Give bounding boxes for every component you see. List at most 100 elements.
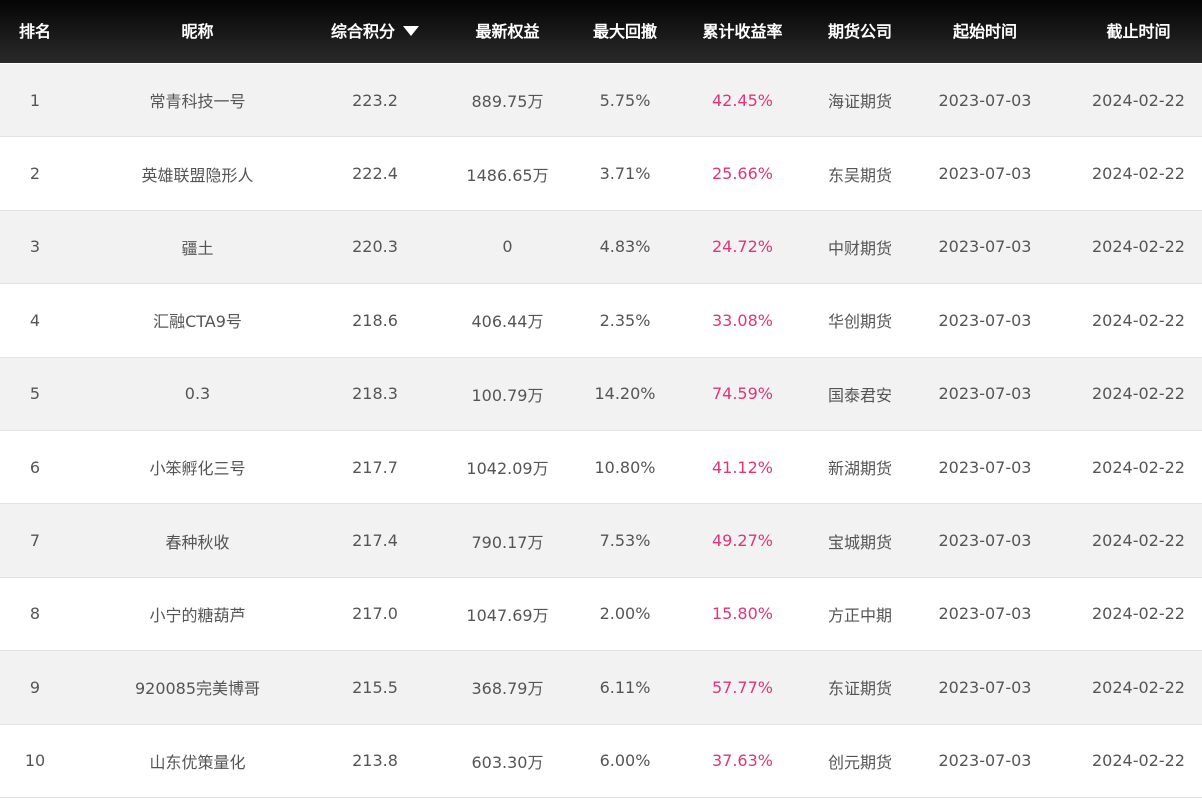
cell-score: 223.2 bbox=[352, 90, 398, 110]
cell-start-time: 2023-07-03 bbox=[938, 457, 1032, 477]
cell-rank: 2 bbox=[29, 164, 41, 184]
cell-start-time: 2023-07-03 bbox=[938, 310, 1032, 330]
cell-drawdown: 2.00% bbox=[599, 604, 651, 624]
cell-start-time: 2023-07-03 bbox=[938, 384, 1032, 404]
table-row: 5 0.3 218.3 100.79万 14.20% 74.59% 国泰君安 2… bbox=[0, 357, 1202, 431]
cell-return-rate: 37.63% bbox=[711, 751, 773, 771]
cell-rank: 9 bbox=[29, 677, 41, 697]
header-rank: 排名 bbox=[18, 22, 51, 41]
cell-score: 222.4 bbox=[352, 164, 398, 184]
cell-drawdown: 10.80% bbox=[594, 457, 656, 477]
caret-down-icon[interactable] bbox=[403, 25, 419, 36]
table-row: 4 汇融CTA9号 218.6 406.44万 2.35% 33.08% 华创期… bbox=[0, 284, 1202, 358]
cell-broker: 新湖期货 bbox=[827, 459, 892, 479]
cell-start-time: 2023-07-03 bbox=[938, 604, 1032, 624]
cell-end-time: 2024-02-22 bbox=[1092, 604, 1185, 624]
table-row: 8 小宁的糖葫芦 217.0 1047.69万 2.00% 15.80% 方正中… bbox=[0, 577, 1202, 652]
header-broker: 期货公司 bbox=[827, 22, 892, 41]
cell-score: 215.5 bbox=[352, 677, 398, 697]
cell-broker: 国泰君安 bbox=[827, 385, 892, 405]
header-score-label: 综合积分 bbox=[330, 22, 395, 41]
cell-rank: 5 bbox=[29, 384, 41, 404]
cell-score: 218.3 bbox=[352, 384, 398, 404]
cell-return-rate: 41.12% bbox=[711, 457, 773, 477]
cell-rank: 3 bbox=[29, 237, 41, 257]
cell-broker: 东吴期货 bbox=[827, 165, 892, 185]
cell-score: 213.8 bbox=[352, 751, 398, 771]
header-nickname: 昵称 bbox=[181, 22, 214, 41]
cell-end-time: 2024-02-22 bbox=[1092, 237, 1185, 257]
table-body: 1 常青科技一号 223.2 889.75万 5.75% 42.45% 海证期货… bbox=[0, 64, 1202, 798]
cell-start-time: 2023-07-03 bbox=[938, 531, 1032, 551]
cell-end-time: 2024-02-22 bbox=[1092, 531, 1185, 551]
cell-rank: 4 bbox=[29, 310, 41, 330]
cell-end-time: 2024-02-22 bbox=[1092, 677, 1185, 697]
cell-start-time: 2023-07-03 bbox=[938, 164, 1032, 184]
cell-broker: 华创期货 bbox=[827, 312, 892, 332]
cell-nickname[interactable]: 常青科技一号 bbox=[70, 88, 325, 112]
cell-end-time: 2024-02-22 bbox=[1092, 457, 1185, 477]
header-end-time: 截止时间 bbox=[1106, 22, 1171, 41]
cell-drawdown: 3.71% bbox=[599, 164, 651, 184]
cell-score: 218.6 bbox=[352, 310, 398, 330]
cell-start-time: 2023-07-03 bbox=[938, 90, 1032, 110]
cell-rank: 10 bbox=[24, 751, 46, 771]
table-row: 7 春种秋收 217.4 790.17万 7.53% 49.27% 宝城期货 2… bbox=[0, 504, 1202, 578]
cell-equity: 368.79万 bbox=[471, 679, 544, 699]
cell-nickname[interactable]: 汇融CTA9号 bbox=[70, 308, 325, 332]
cell-drawdown: 4.83% bbox=[599, 237, 651, 257]
cell-return-rate: 57.77% bbox=[711, 677, 773, 697]
cell-start-time: 2023-07-03 bbox=[938, 237, 1032, 257]
header-score-sort[interactable]: 综合积分 bbox=[325, 0, 425, 63]
cell-broker: 海证期货 bbox=[827, 92, 892, 112]
cell-broker: 创元期货 bbox=[827, 752, 892, 772]
cell-equity: 790.17万 bbox=[471, 532, 544, 552]
ranking-table: 排名 昵称 综合积分 最新权益 最大回撤 累计收益率 期货公司 起始时间 截止时… bbox=[0, 0, 1202, 798]
cell-end-time: 2024-02-22 bbox=[1092, 384, 1185, 404]
cell-end-time: 2024-02-22 bbox=[1092, 164, 1185, 184]
cell-equity: 1486.65万 bbox=[466, 165, 549, 185]
cell-drawdown: 2.35% bbox=[599, 310, 651, 330]
cell-return-rate: 74.59% bbox=[711, 384, 773, 404]
cell-nickname[interactable]: 小宁的糖葫芦 bbox=[70, 602, 325, 626]
cell-score: 217.4 bbox=[352, 531, 398, 551]
table-row: 9 920085完美博哥 215.5 368.79万 6.11% 57.77% … bbox=[0, 651, 1202, 725]
cell-broker: 东证期货 bbox=[827, 679, 892, 699]
cell-return-rate: 15.80% bbox=[711, 604, 773, 624]
cell-start-time: 2023-07-03 bbox=[938, 677, 1032, 697]
cell-nickname[interactable]: 春种秋收 bbox=[70, 529, 325, 553]
cell-nickname[interactable]: 英雄联盟隐形人 bbox=[70, 162, 325, 186]
cell-drawdown: 14.20% bbox=[594, 384, 656, 404]
cell-drawdown: 6.11% bbox=[599, 677, 651, 697]
cell-equity: 889.75万 bbox=[471, 92, 544, 112]
cell-nickname[interactable]: 0.3 bbox=[70, 384, 325, 403]
table-header: 排名 昵称 综合积分 最新权益 最大回撤 累计收益率 期货公司 起始时间 截止时… bbox=[0, 0, 1202, 63]
cell-rank: 7 bbox=[29, 531, 41, 551]
cell-return-rate: 42.45% bbox=[711, 90, 773, 110]
cell-return-rate: 25.66% bbox=[711, 164, 773, 184]
cell-broker: 宝城期货 bbox=[827, 532, 892, 552]
cell-end-time: 2024-02-22 bbox=[1092, 90, 1185, 110]
cell-nickname[interactable]: 920085完美博哥 bbox=[70, 675, 325, 699]
cell-nickname[interactable]: 山东优策量化 bbox=[70, 749, 325, 773]
cell-nickname[interactable]: 疆土 bbox=[70, 235, 325, 259]
cell-return-rate: 24.72% bbox=[711, 237, 773, 257]
cell-broker: 方正中期 bbox=[827, 605, 892, 625]
cell-rank: 6 bbox=[29, 457, 41, 477]
cell-nickname[interactable]: 小笨孵化三号 bbox=[70, 455, 325, 479]
cell-score: 217.0 bbox=[352, 604, 398, 624]
table-row: 3 疆土 220.3 0 4.83% 24.72% 中财期货 2023-07-0… bbox=[0, 210, 1202, 285]
header-drawdown: 最大回撤 bbox=[592, 22, 657, 41]
table-row: 2 英雄联盟隐形人 222.4 1486.65万 3.71% 25.66% 东吴… bbox=[0, 137, 1202, 211]
cell-equity: 1042.09万 bbox=[466, 459, 549, 479]
cell-equity: 0 bbox=[502, 237, 513, 257]
cell-equity: 603.30万 bbox=[471, 752, 544, 772]
header-return-rate: 累计收益率 bbox=[702, 22, 783, 41]
table-row: 10 山东优策量化 213.8 603.30万 6.00% 37.63% 创元期… bbox=[0, 724, 1202, 798]
cell-return-rate: 49.27% bbox=[711, 531, 773, 551]
cell-drawdown: 5.75% bbox=[599, 90, 651, 110]
cell-end-time: 2024-02-22 bbox=[1092, 751, 1185, 771]
header-equity: 最新权益 bbox=[475, 22, 540, 41]
cell-return-rate: 33.08% bbox=[711, 310, 773, 330]
table-row: 1 常青科技一号 223.2 889.75万 5.75% 42.45% 海证期货… bbox=[0, 64, 1202, 138]
